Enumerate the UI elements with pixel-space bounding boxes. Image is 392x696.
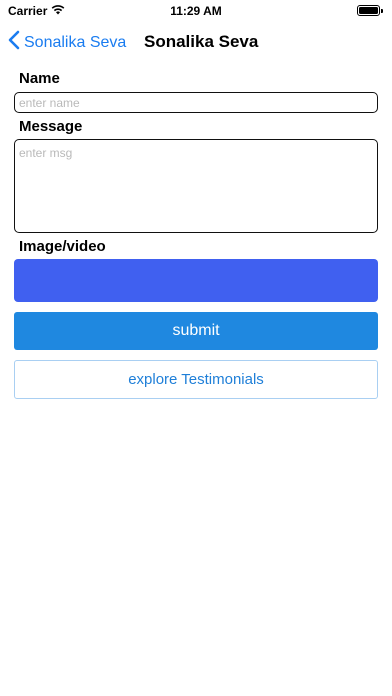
clock: 11:29 AM [170, 4, 222, 18]
media-picker-button[interactable] [14, 259, 378, 302]
submit-button[interactable]: submit [14, 312, 378, 350]
battery-icon [357, 5, 383, 16]
status-bar: Carrier 11:29 AM [0, 0, 392, 22]
chevron-left-icon [8, 30, 20, 55]
explore-testimonials-button[interactable]: explore Testimonials [14, 360, 378, 399]
navigation-bar: Sonalika Seva Sonalika Seva [0, 22, 392, 62]
page-title: Sonalika Seva [144, 32, 259, 51]
message-field[interactable] [14, 139, 378, 233]
message-label: Message [19, 118, 83, 135]
back-button[interactable]: Sonalika Seva [8, 30, 126, 55]
name-label: Name [19, 70, 60, 87]
media-label: Image/video [19, 238, 106, 255]
name-field[interactable] [14, 92, 378, 113]
back-label: Sonalika Seva [24, 33, 127, 51]
